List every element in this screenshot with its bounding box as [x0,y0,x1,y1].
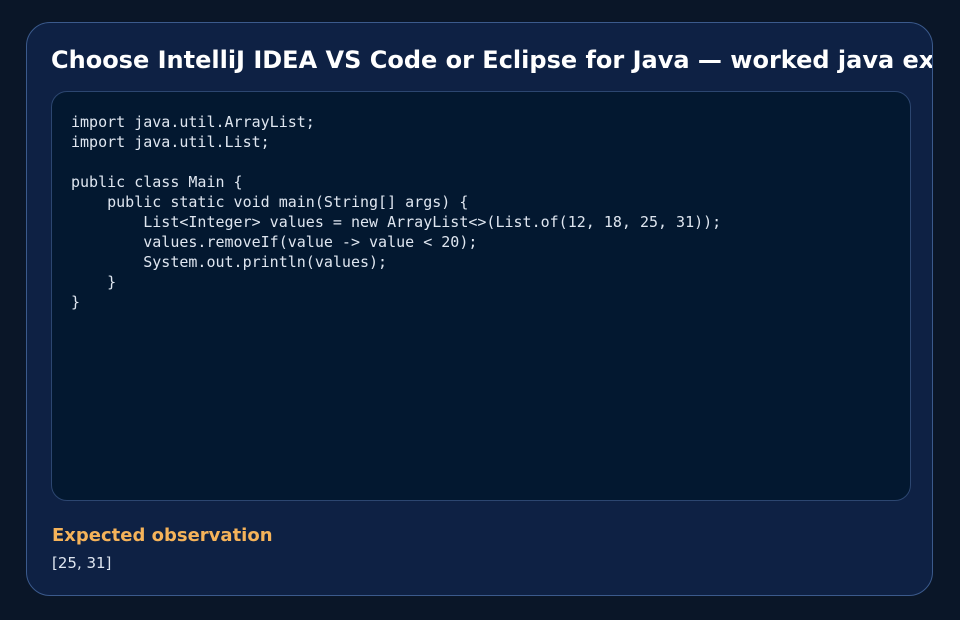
code-line: values.removeIf(value -> value < 20); [71,233,478,251]
code-line: } [71,273,117,291]
expected-observation-value: [25, 31] [52,554,112,572]
code-line: public static void main(String[] args) { [71,193,469,211]
code-block[interactable]: import java.util.ArrayList; import java.… [51,91,911,501]
code-line: import java.util.ArrayList; [71,113,315,131]
code-line: System.out.println(values); [71,253,388,271]
expected-observation-heading: Expected observation [52,525,273,546]
card-title: Choose IntelliJ IDEA VS Code or Eclipse … [51,46,933,74]
code-lines: import java.util.ArrayList; import java.… [71,112,721,312]
code-line: List<Integer> values = new ArrayList<>(L… [71,213,722,231]
code-line: } [71,293,81,311]
code-line: import java.util.List; [71,133,270,151]
example-card: Choose IntelliJ IDEA VS Code or Eclipse … [26,22,933,596]
code-line: public class Main { [71,173,243,191]
